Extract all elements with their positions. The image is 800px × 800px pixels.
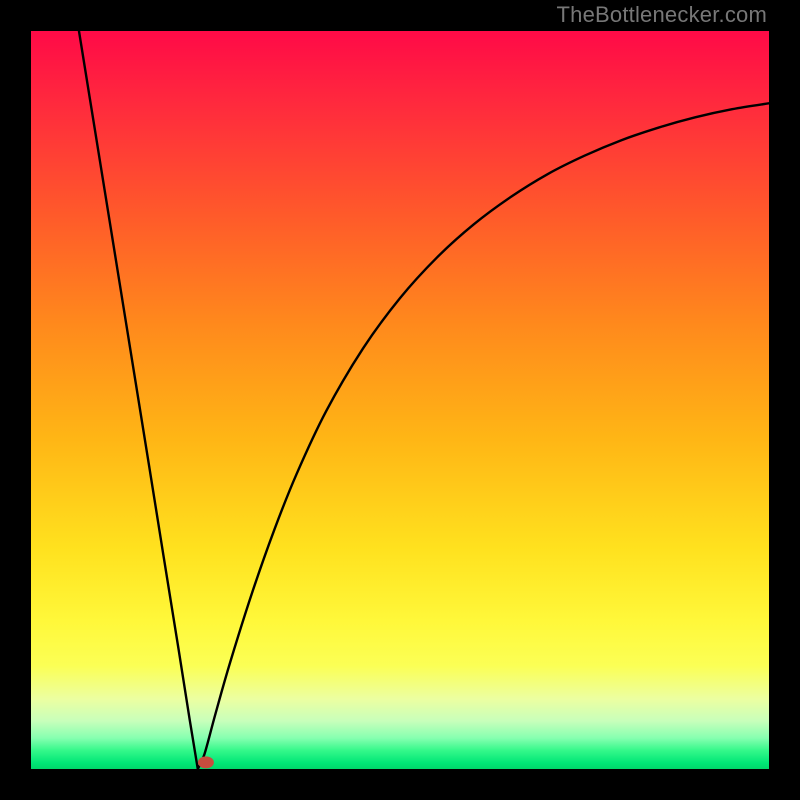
plot-area xyxy=(31,31,769,769)
chart-svg xyxy=(31,31,769,769)
chart-frame: TheBottlenecker.com xyxy=(0,0,800,800)
watermark-text: TheBottlenecker.com xyxy=(557,2,767,28)
notch-marker xyxy=(198,756,214,768)
gradient-background xyxy=(31,31,769,769)
